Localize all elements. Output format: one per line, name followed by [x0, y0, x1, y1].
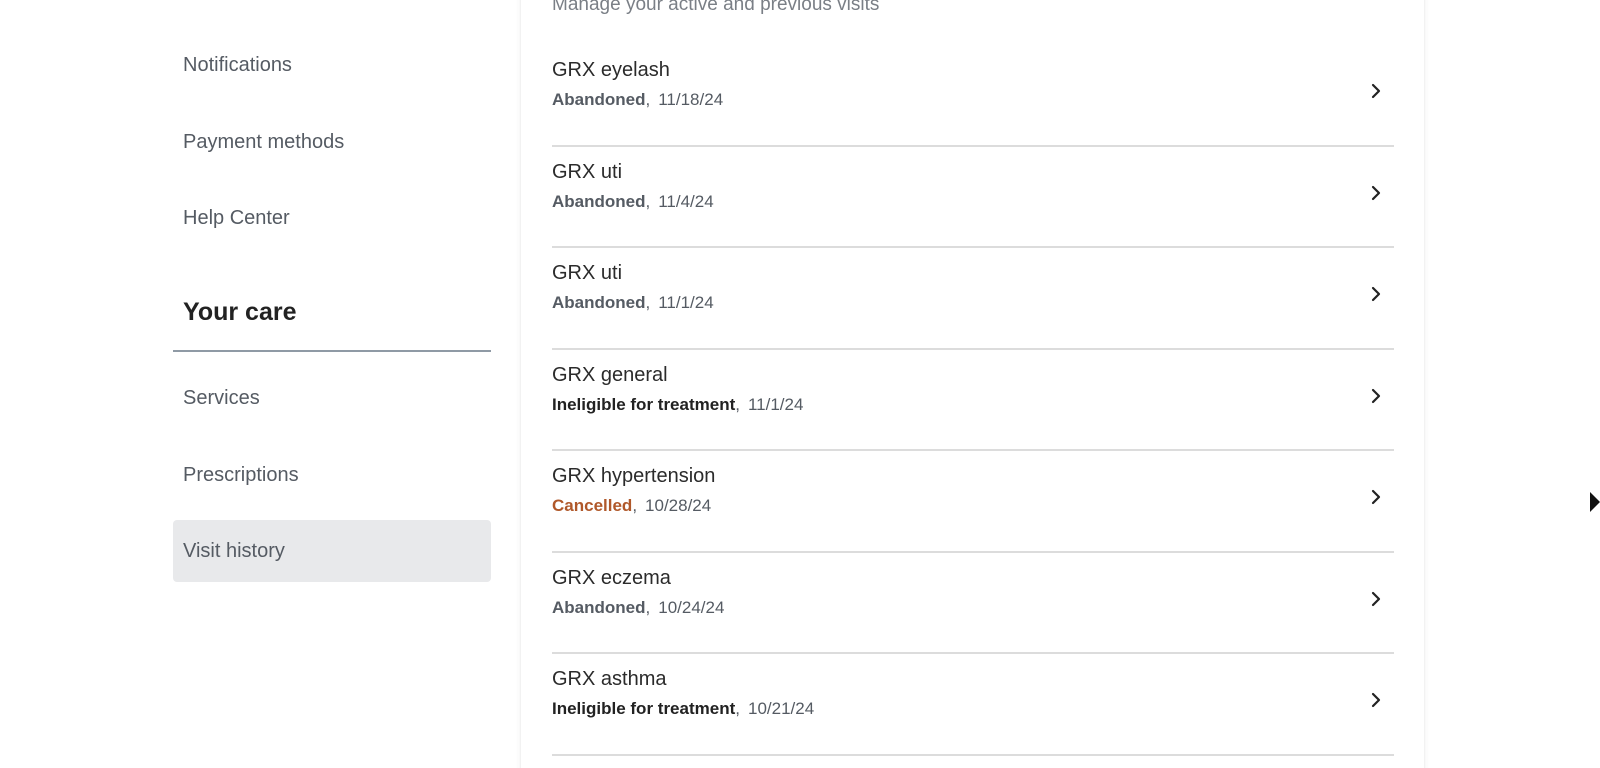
- chevron-right-icon[interactable]: [1368, 185, 1384, 201]
- visit-date: 10/24/24: [658, 597, 725, 617]
- chevron-right-icon[interactable]: [1368, 388, 1384, 404]
- visit-row[interactable]: GRX uti Abandoned, 11/1/24: [552, 248, 1394, 350]
- visit-date: 11/1/24: [747, 394, 804, 414]
- page-subtitle: Manage your active and previous visits: [552, 0, 880, 15]
- sidebar-item-label: Prescriptions: [183, 463, 299, 486]
- sidebar-item-label: Services: [183, 386, 260, 409]
- visit-row[interactable]: GRX general Ineligible for treatment, 11/…: [552, 350, 1394, 451]
- visit-title: GRX general: [552, 363, 668, 386]
- visit-row[interactable]: GRX eczema Abandoned, 10/24/24: [552, 553, 1394, 654]
- visit-date: 10/28/24: [645, 496, 712, 515]
- sidebar-item-payment-methods[interactable]: Payment methods: [173, 111, 491, 173]
- visit-meta: Abandoned, 11/18/24: [552, 90, 724, 109]
- visit-date: 10/21/24: [747, 699, 815, 718]
- visit-status: Ineligible for treatment: [552, 699, 736, 718]
- visit-title: GRX uti: [552, 160, 623, 183]
- visit-title: GRX eyelash: [552, 59, 670, 81]
- sidebar-item-help-center[interactable]: Help Center: [173, 187, 491, 249]
- mouse-cursor-icon: [1590, 492, 1600, 512]
- visit-meta: Cancelled, 10/28/24: [552, 496, 712, 515]
- visit-meta: Abandoned, 10/24/24: [552, 597, 725, 617]
- section-title-your-care: Your care: [183, 298, 297, 326]
- visit-list: GRX eyelash Abandoned, 11/18/24 GRX uti A…: [552, 45, 1394, 756]
- sidebar-item-visit-history[interactable]: Visit history: [173, 520, 491, 582]
- visit-title: GRX hypertension: [552, 465, 716, 487]
- sidebar-item-notifications[interactable]: Notifications: [173, 34, 491, 96]
- visit-title: GRX asthma: [552, 668, 667, 690]
- visit-row[interactable]: GRX asthma Ineligible for treatment, 10/2…: [552, 654, 1394, 756]
- visit-status: Ineligible for treatment: [552, 394, 736, 414]
- sidebar-item-label: Visit history: [183, 539, 285, 562]
- chevron-right-icon[interactable]: [1368, 83, 1384, 99]
- section-divider: [173, 350, 491, 352]
- sidebar-item-label: Payment methods: [183, 130, 345, 153]
- visit-row[interactable]: GRX uti Abandoned, 11/4/24: [552, 147, 1394, 248]
- visit-meta: Abandoned, 11/1/24: [552, 293, 714, 312]
- page: Notifications Payment methods Help Cente…: [0, 0, 1600, 768]
- visit-status: Abandoned: [552, 293, 646, 312]
- visit-title: GRX uti: [552, 262, 623, 284]
- visit-history-card: Manage your active and previous visits G…: [521, 0, 1424, 768]
- visit-status: Cancelled: [552, 496, 633, 515]
- chevron-right-icon[interactable]: [1368, 489, 1384, 505]
- visit-date: 11/1/24: [658, 293, 714, 312]
- visit-date: 11/4/24: [658, 191, 714, 211]
- chevron-right-icon[interactable]: [1368, 286, 1384, 302]
- sidebar-item-prescriptions[interactable]: Prescriptions: [173, 444, 491, 506]
- sidebar-item-label: Notifications: [183, 53, 292, 76]
- chevron-right-icon[interactable]: [1368, 692, 1384, 708]
- visit-status: Abandoned: [552, 597, 646, 617]
- visit-row[interactable]: GRX hypertension Cancelled, 10/28/24: [552, 451, 1394, 553]
- sidebar-item-label: Help Center: [183, 206, 290, 229]
- visit-meta: Ineligible for treatment, 11/1/24: [552, 394, 804, 414]
- visit-status: Abandoned: [552, 191, 646, 211]
- visit-row[interactable]: GRX eyelash Abandoned, 11/18/24: [552, 45, 1394, 147]
- sidebar-item-services[interactable]: Services: [173, 367, 491, 429]
- chevron-right-icon[interactable]: [1368, 591, 1384, 607]
- visit-meta: Ineligible for treatment, 10/21/24: [552, 699, 815, 718]
- visit-meta: Abandoned, 11/4/24: [552, 191, 714, 211]
- visit-date: 11/18/24: [658, 90, 724, 109]
- visit-title: GRX eczema: [552, 566, 671, 589]
- visit-status: Abandoned: [552, 90, 646, 109]
